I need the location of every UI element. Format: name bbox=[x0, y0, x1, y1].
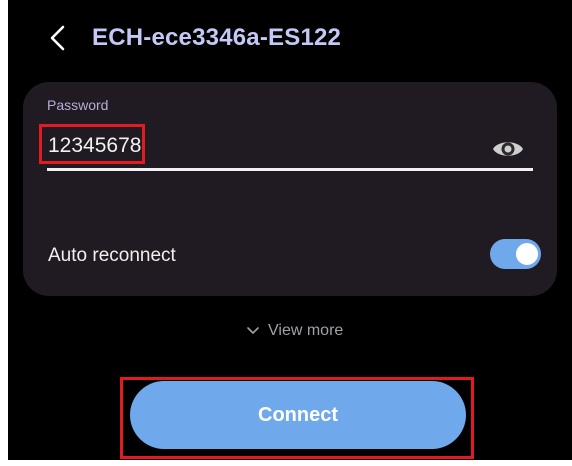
wifi-connect-screen: ECH-ece3346a-ES122 Password 12345678 Aut… bbox=[8, 0, 572, 460]
chevron-left-icon bbox=[50, 25, 65, 51]
connect-button[interactable]: Connect bbox=[130, 381, 466, 449]
header: ECH-ece3346a-ES122 bbox=[8, 0, 572, 76]
settings-card: Password 12345678 Auto reconnect bbox=[23, 82, 557, 296]
page-title: ECH-ece3346a-ES122 bbox=[92, 24, 342, 51]
chevron-down-icon bbox=[247, 327, 259, 334]
password-underline bbox=[47, 168, 533, 171]
eye-icon bbox=[493, 142, 523, 156]
auto-reconnect-label: Auto reconnect bbox=[48, 245, 176, 266]
password-label: Password bbox=[47, 97, 109, 113]
toggle-knob bbox=[516, 243, 538, 265]
password-field[interactable]: 12345678 bbox=[48, 133, 141, 159]
show-password-button[interactable] bbox=[491, 136, 525, 162]
view-more-button[interactable]: View more bbox=[246, 322, 343, 340]
connect-label: Connect bbox=[258, 403, 338, 426]
view-more-label: View more bbox=[268, 322, 344, 339]
auto-reconnect-toggle[interactable] bbox=[490, 239, 541, 269]
back-button[interactable] bbox=[42, 22, 74, 54]
